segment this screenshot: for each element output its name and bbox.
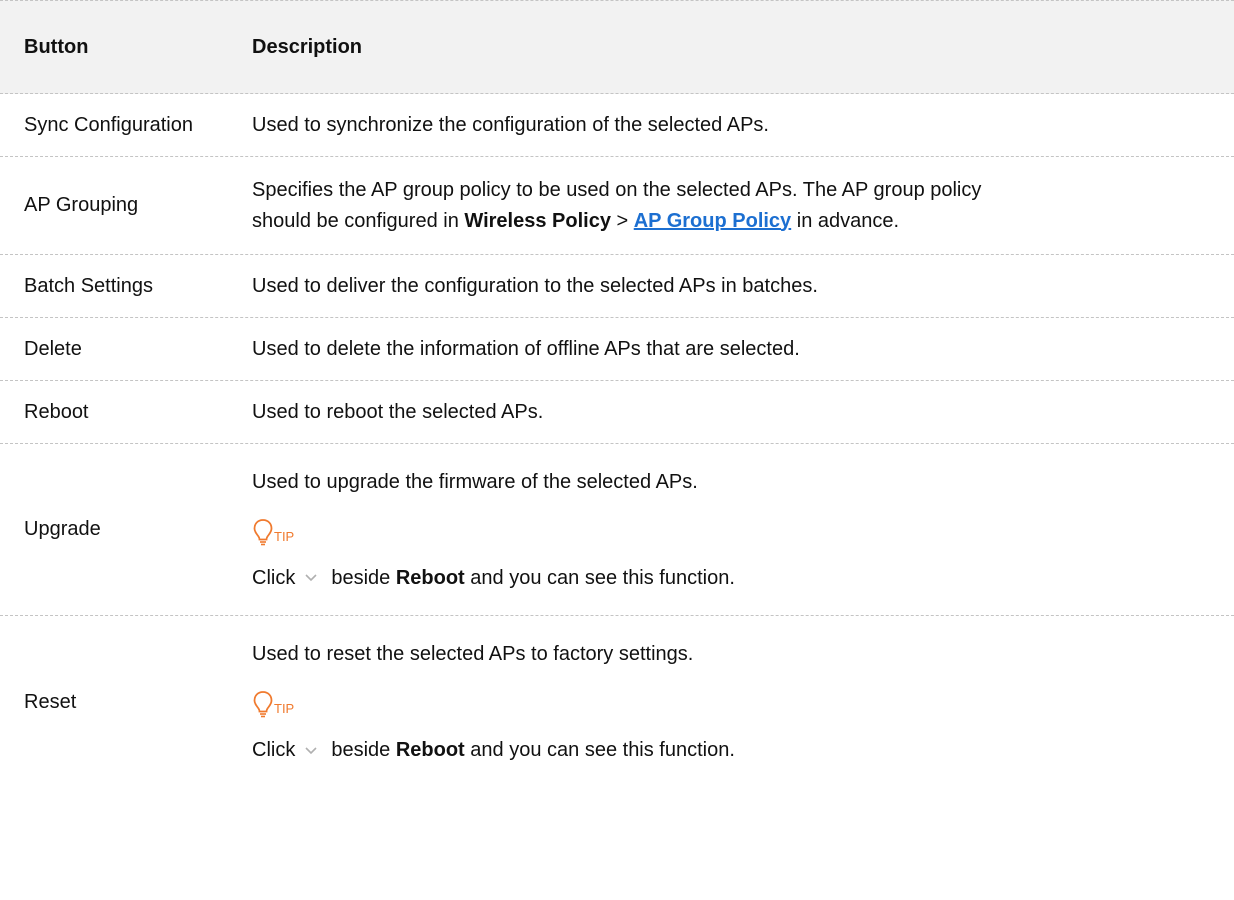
tip-click-text: Click <box>252 739 296 761</box>
tip-reboot-bold: Reboot <box>395 566 465 589</box>
button-description: Used to reboot the selected APs. <box>252 400 544 423</box>
tip-label: TIP <box>274 528 295 544</box>
button-name: Upgrade <box>24 518 101 540</box>
menu-path-wireless-policy: Wireless Policy <box>464 209 611 232</box>
tip-beside-text: beside <box>331 566 391 589</box>
header-description: Description <box>252 35 363 58</box>
description-text: Used to reset the selected APs to factor… <box>252 643 694 665</box>
table-row: AP Grouping Specifies the AP group polic… <box>0 157 1234 255</box>
table-header-row: Button Description <box>0 0 1234 94</box>
description-line-1: Specifies the AP group policy to be used… <box>252 178 982 201</box>
lightbulb-icon <box>253 691 273 718</box>
table-row: Delete Used to delete the information of… <box>0 318 1234 381</box>
description-text: should be configured in <box>252 209 465 232</box>
button-name: Reboot <box>24 400 89 423</box>
table-row: Reboot Used to reboot the selected APs. <box>0 381 1234 444</box>
button-description: Used to deliver the configuration to the… <box>252 274 818 297</box>
lightbulb-icon <box>253 518 273 545</box>
table-row: Sync Configuration Used to synchronize t… <box>0 94 1234 157</box>
button-name: Sync Configuration <box>24 113 193 136</box>
tip-text: Click beside Reboot and you can see this … <box>252 738 1204 762</box>
tip-beside-text: beside <box>331 739 391 761</box>
tip-click-text: Click <box>252 566 296 589</box>
tip-post-text: and you can see this function. <box>470 566 735 589</box>
button-name: Batch Settings <box>24 274 153 297</box>
description-line-2: should be configured in Wireless Policy … <box>252 206 1204 237</box>
tip-reboot-bold: Reboot <box>395 739 465 761</box>
button-name: Reset <box>24 690 77 713</box>
button-description: Specifies the AP group policy to be used… <box>252 175 1234 237</box>
button-description: Used to upgrade the firmware of the sele… <box>252 470 1234 590</box>
table-row: Batch Settings Used to deliver the confi… <box>0 255 1234 318</box>
tip-post-text: and you can see this function. <box>470 739 735 761</box>
button-description: Used to delete the information of offlin… <box>252 337 800 360</box>
chevron-down-icon <box>305 747 317 754</box>
header-button: Button <box>24 35 89 58</box>
button-name: Delete <box>24 337 82 360</box>
description-text: in advance. <box>791 209 900 232</box>
table-row: Upgrade Used to upgrade the firmware of … <box>0 444 1234 616</box>
table-row: Reset Used to reset the selected APs to … <box>0 616 1234 788</box>
tip-label: TIP <box>274 701 295 716</box>
button-name: AP Grouping <box>24 194 139 216</box>
tip-heading: TIP <box>252 516 1204 546</box>
button-description-table: Button Description Sync Configuration Us… <box>0 0 1234 788</box>
description-text: Used to upgrade the firmware of the sele… <box>252 470 698 493</box>
button-description: Used to reset the selected APs to factor… <box>252 642 1234 762</box>
menu-path-separator: > <box>610 209 634 232</box>
tip-heading: TIP <box>252 688 1204 718</box>
ap-group-policy-link[interactable]: AP Group Policy <box>634 210 791 232</box>
button-description: Used to synchronize the configuration of… <box>252 113 769 136</box>
chevron-down-icon <box>305 574 317 582</box>
tip-text: Click beside Reboot and you can see this … <box>252 566 1204 590</box>
